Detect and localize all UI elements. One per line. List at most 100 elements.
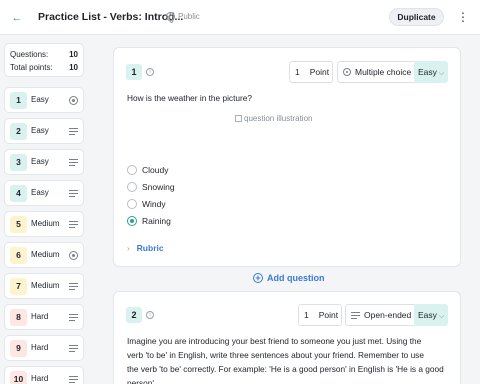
open-ended-icon xyxy=(351,311,360,319)
top-bar: ← Practice List - Verbs: Introd... Publi… xyxy=(0,0,480,35)
sidebar-item-question-1[interactable]: 1 Easy xyxy=(4,87,84,113)
quiz-summary: Questions: 10 Total points: 10 xyxy=(4,43,84,77)
questions-count-label: Questions: xyxy=(10,50,49,59)
question-type-selector[interactable]: Open-ended xyxy=(345,304,418,326)
difficulty-dropdown[interactable]: Easy ⌵ xyxy=(414,61,448,83)
question-number-badge: 8 xyxy=(10,309,27,326)
add-question-button[interactable]: + Add question xyxy=(253,273,325,283)
answer-option-3[interactable]: Windy xyxy=(127,199,166,209)
question-difficulty: Easy xyxy=(31,95,49,104)
open-ended-icon xyxy=(69,127,78,136)
question-number-badge: 10 xyxy=(10,371,27,384)
answer-option-label: Snowing xyxy=(142,182,175,192)
open-ended-icon xyxy=(69,158,78,167)
question-type-label: Multiple choice xyxy=(355,67,412,77)
chevron-down-icon: ⌵ xyxy=(438,70,445,77)
question-image: question illustration xyxy=(235,114,312,123)
question-number-badge: 7 xyxy=(10,278,27,295)
question-number-badge: 2 xyxy=(10,123,27,140)
globe-icon xyxy=(166,12,175,23)
visibility-label: Public xyxy=(178,12,200,21)
answer-option-1[interactable]: Cloudy xyxy=(127,165,168,175)
radio-button[interactable] xyxy=(127,165,137,175)
question-difficulty: Medium xyxy=(31,281,60,290)
question-difficulty: Medium xyxy=(31,219,60,228)
question-difficulty: Easy xyxy=(31,126,49,135)
questions-count-row: Questions: 10 xyxy=(10,48,78,61)
question-difficulty: Hard xyxy=(31,374,49,383)
question-number-badge: 2 xyxy=(126,307,142,323)
radio-button-selected[interactable] xyxy=(127,216,137,226)
open-ended-icon xyxy=(69,344,78,353)
question-card-2: 2 i 1 Point Open-ended Easy ⌵ Imagine you… xyxy=(113,291,461,384)
rubric-label: Rubric xyxy=(136,243,164,253)
question-prompt-line: verb 'to be' in English, write three sen… xyxy=(127,350,424,360)
points-field[interactable]: 1 Point xyxy=(289,61,333,83)
page-title: Practice List - Verbs: Introd... xyxy=(38,11,184,23)
info-icon[interactable]: i xyxy=(146,68,154,76)
back-arrow-icon[interactable]: ← xyxy=(10,11,24,25)
question-number-badge: 3 xyxy=(10,154,27,171)
question-difficulty: Medium xyxy=(31,250,60,259)
points-field[interactable]: 1 Point xyxy=(298,304,342,326)
question-difficulty: Hard xyxy=(31,343,49,352)
question-number-badge: 9 xyxy=(10,340,27,357)
answer-option-label: Raining xyxy=(142,216,171,226)
multiple-choice-icon xyxy=(69,96,78,105)
answer-option-4[interactable]: Raining xyxy=(127,216,171,226)
sidebar-item-question-4[interactable]: 4 Easy xyxy=(4,180,84,206)
radio-button[interactable] xyxy=(127,199,137,209)
open-ended-icon xyxy=(69,375,78,384)
difficulty-label: Easy xyxy=(418,310,437,320)
points-value: 1 xyxy=(295,67,300,77)
open-ended-icon xyxy=(69,189,78,198)
points-label: Point xyxy=(309,67,330,77)
question-number-badge: 1 xyxy=(126,64,142,80)
answer-option-2[interactable]: Snowing xyxy=(127,182,175,192)
total-points-value: 10 xyxy=(69,63,78,72)
open-ended-icon xyxy=(69,282,78,291)
open-ended-icon xyxy=(69,220,78,229)
visibility-indicator: Public xyxy=(166,12,200,23)
question-difficulty: Easy xyxy=(31,157,49,166)
question-number-badge: 1 xyxy=(10,92,27,109)
question-number-badge: 5 xyxy=(10,216,27,233)
question-prompt: Imagine you are introducing your best fr… xyxy=(127,334,447,384)
sidebar-item-question-6[interactable]: 6 Medium xyxy=(4,242,84,268)
more-options-icon[interactable]: ⋮ xyxy=(457,9,469,25)
question-prompt: How is the weather in the picture? xyxy=(127,93,252,103)
question-type-selector[interactable]: Multiple choice xyxy=(337,61,418,83)
chevron-right-icon: › xyxy=(127,243,130,253)
difficulty-label: Easy xyxy=(418,67,437,77)
sidebar-item-question-2[interactable]: 2 Easy xyxy=(4,118,84,144)
broken-image-icon xyxy=(235,115,242,122)
info-icon[interactable]: i xyxy=(146,311,154,319)
sidebar-item-question-10[interactable]: 10 Hard xyxy=(4,366,84,384)
add-question-label: Add question xyxy=(267,273,325,283)
question-difficulty: Easy xyxy=(31,188,49,197)
difficulty-dropdown[interactable]: Easy ⌵ xyxy=(414,304,448,326)
sidebar-item-question-9[interactable]: 9 Hard xyxy=(4,335,84,361)
question-card-1: 1 i 1 Point Multiple choice Easy ⌵ How is… xyxy=(113,47,461,267)
answer-option-label: Windy xyxy=(142,199,166,209)
question-prompt-line: Imagine you are introducing your best fr… xyxy=(127,336,422,346)
sidebar-item-question-8[interactable]: 8 Hard xyxy=(4,304,84,330)
radio-button[interactable] xyxy=(127,182,137,192)
sidebar-item-question-7[interactable]: 7 Medium xyxy=(4,273,84,299)
duplicate-button[interactable]: Duplicate xyxy=(389,8,444,26)
question-prompt-line: the verb 'to be' correctly. For example:… xyxy=(127,364,444,374)
rubric-toggle[interactable]: › Rubric xyxy=(127,243,164,253)
plus-icon: + xyxy=(253,273,263,283)
question-difficulty: Hard xyxy=(31,312,49,321)
sidebar-item-question-5[interactable]: 5 Medium xyxy=(4,211,84,237)
total-points-row: Total points: 10 xyxy=(10,61,78,74)
sidebar-item-question-3[interactable]: 3 Easy xyxy=(4,149,84,175)
open-ended-icon xyxy=(69,313,78,322)
question-prompt-line: person'. xyxy=(127,378,157,384)
question-image-alt: question illustration xyxy=(244,114,313,123)
total-points-label: Total points: xyxy=(10,63,53,72)
multiple-choice-icon xyxy=(343,68,351,76)
question-number-badge: 6 xyxy=(10,247,27,264)
points-label: Point xyxy=(318,310,339,320)
multiple-choice-icon xyxy=(69,251,78,260)
